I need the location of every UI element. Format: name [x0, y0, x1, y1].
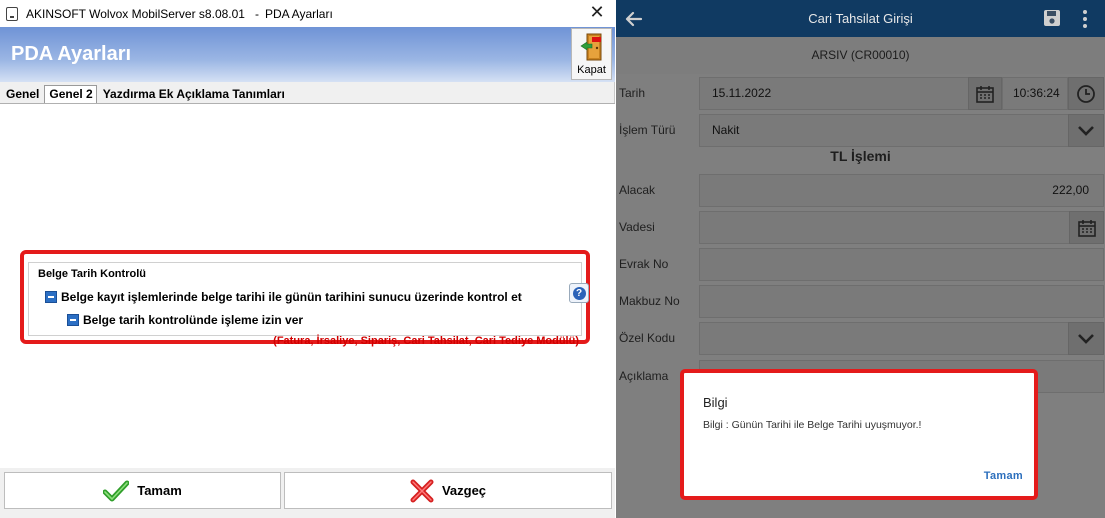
calendar-icon: [976, 85, 994, 103]
vazgec-button[interactable]: Vazgeç: [284, 472, 612, 509]
alacak-field[interactable]: 222,00: [699, 174, 1104, 207]
chevron-down-icon: [1078, 333, 1094, 344]
row-alacak: Alacak 222,00: [616, 172, 1105, 209]
checkbox-allow-operation[interactable]: [67, 314, 79, 326]
cancel-x-icon: [410, 479, 434, 502]
tab-genel-2[interactable]: Genel 2: [44, 85, 97, 103]
bilgi-dialog-tamam-button[interactable]: Tamam: [984, 470, 1023, 482]
clock-icon: [1077, 84, 1095, 103]
row-ozel-kodu: Özel Kodu: [616, 320, 1105, 357]
row-islem-turu: İşlem Türü Nakit: [616, 112, 1105, 149]
alacak-label: Alacak: [619, 183, 656, 197]
makbuz-no-label: Makbuz No: [619, 294, 680, 308]
window-title-separator: -: [254, 6, 259, 21]
help-button[interactable]: ?: [569, 283, 589, 303]
check-icon: [103, 480, 130, 501]
tab-genel[interactable]: Genel: [0, 87, 42, 103]
tamam-button[interactable]: Tamam: [4, 472, 281, 509]
tarih-calendar-button[interactable]: [968, 77, 1002, 110]
tl-islemi-title: TL İşlemi: [830, 148, 891, 164]
kapat-button-label: Kapat: [577, 64, 606, 76]
bilgi-dialog-message: Bilgi : Günün Tarihi ile Belge Tarihi uy…: [703, 419, 922, 431]
islem-turu-dropdown-button[interactable]: [1068, 114, 1104, 147]
option-allow-operation-label: Belge tarih kontrolünde işleme izin ver: [83, 313, 304, 327]
screenshot-root: AKINSOFT Wolvox MobilServer s8.08.01 - P…: [0, 0, 1105, 518]
group-frame: Belge Tarih Kontrolü Belge kayıt işlemle…: [28, 262, 589, 347]
calendar-icon: [1077, 219, 1096, 237]
row-evrak-no: Evrak No: [616, 246, 1105, 283]
aciklama-label: Açıklama: [619, 369, 669, 383]
tarih-field[interactable]: 15.11.2022: [699, 77, 969, 110]
bilgi-dialog-title: Bilgi: [703, 395, 728, 410]
saat-field[interactable]: 10:36:24: [1002, 77, 1068, 110]
app-bar-title: Cari Tahsilat Girişi: [808, 11, 913, 26]
ozel-kodu-select[interactable]: [699, 322, 1069, 355]
window-close-button[interactable]: ✕: [587, 2, 607, 23]
window-title-dialog: PDA Ayarları: [264, 6, 333, 21]
chevron-down-icon: [1078, 125, 1094, 136]
belge-tarih-kontrolu-group: Belge Tarih Kontrolü Belge kayıt işlemle…: [20, 250, 590, 347]
evrak-no-label: Evrak No: [619, 257, 669, 271]
more-vertical-icon[interactable]: [1082, 9, 1088, 29]
tab-strip: Genel Genel 2 Yazdırma Ek Açıklama Tanım…: [0, 84, 615, 104]
evrak-no-field[interactable]: [699, 248, 1104, 281]
tab-yazdirma-ek-aciklama[interactable]: Yazdırma Ek Açıklama Tanımları: [97, 87, 288, 103]
row-makbuz-no: Makbuz No: [616, 283, 1105, 320]
customer-subheader: ARSIV (CR00010): [616, 37, 1105, 74]
vadesi-label: Vadesi: [619, 220, 655, 234]
row-tarih: Tarih 15.11.2022 10:36:24: [616, 75, 1105, 112]
islem-turu-label: İşlem Türü: [619, 123, 676, 137]
makbuz-no-field[interactable]: [699, 285, 1104, 318]
option-allow-operation[interactable]: Belge tarih kontrolünde işleme izin ver: [67, 313, 303, 327]
checkbox-server-date-check[interactable]: [45, 291, 57, 303]
vadesi-field[interactable]: [699, 211, 1070, 244]
exit-door-icon: [579, 33, 601, 61]
option-server-date-check-label: Belge kayıt işlemlerinde belge tarihi il…: [61, 290, 522, 304]
kapat-button[interactable]: Kapat: [571, 28, 612, 80]
dialog-banner: PDA Ayarları Kapat: [0, 27, 615, 82]
ozel-kodu-dropdown-button[interactable]: [1068, 322, 1104, 355]
vazgec-button-label: Vazgeç: [441, 483, 487, 498]
bilgi-alert-dialog: Bilgi Bilgi : Günün Tarihi ile Belge Tar…: [680, 369, 1038, 500]
islem-turu-select[interactable]: Nakit: [699, 114, 1069, 147]
window-title-app: AKINSOFT Wolvox MobilServer s8.08.01: [26, 6, 245, 21]
vadesi-calendar-button[interactable]: [1069, 211, 1104, 244]
ozel-kodu-label: Özel Kodu: [619, 331, 676, 345]
option-server-date-check[interactable]: Belge kayıt işlemlerinde belge tarihi il…: [45, 290, 522, 304]
tab-content-area: Belge Tarih Kontrolü Belge kayıt işlemle…: [0, 104, 615, 468]
group-title: Belge Tarih Kontrolü: [36, 268, 148, 280]
pda-settings-window: AKINSOFT Wolvox MobilServer s8.08.01 - P…: [0, 0, 615, 518]
app-icon: [6, 6, 18, 21]
row-vadesi: Vadesi: [616, 209, 1105, 246]
save-icon[interactable]: [1043, 9, 1061, 27]
dialog-banner-title: PDA Ayarları: [11, 43, 132, 65]
tamam-button-label: Tamam: [137, 483, 182, 498]
help-icon: ?: [572, 286, 586, 300]
modules-note: (Fatura, İrsaliye, Sipariş, Cari Tahsila…: [273, 335, 579, 347]
window-titlebar: AKINSOFT Wolvox MobilServer s8.08.01 - P…: [0, 0, 615, 27]
back-arrow-icon[interactable]: [624, 9, 644, 29]
tarih-label: Tarih: [619, 86, 646, 100]
saat-clock-button[interactable]: [1068, 77, 1104, 110]
dialog-footer: Tamam Vazgeç: [0, 468, 615, 518]
